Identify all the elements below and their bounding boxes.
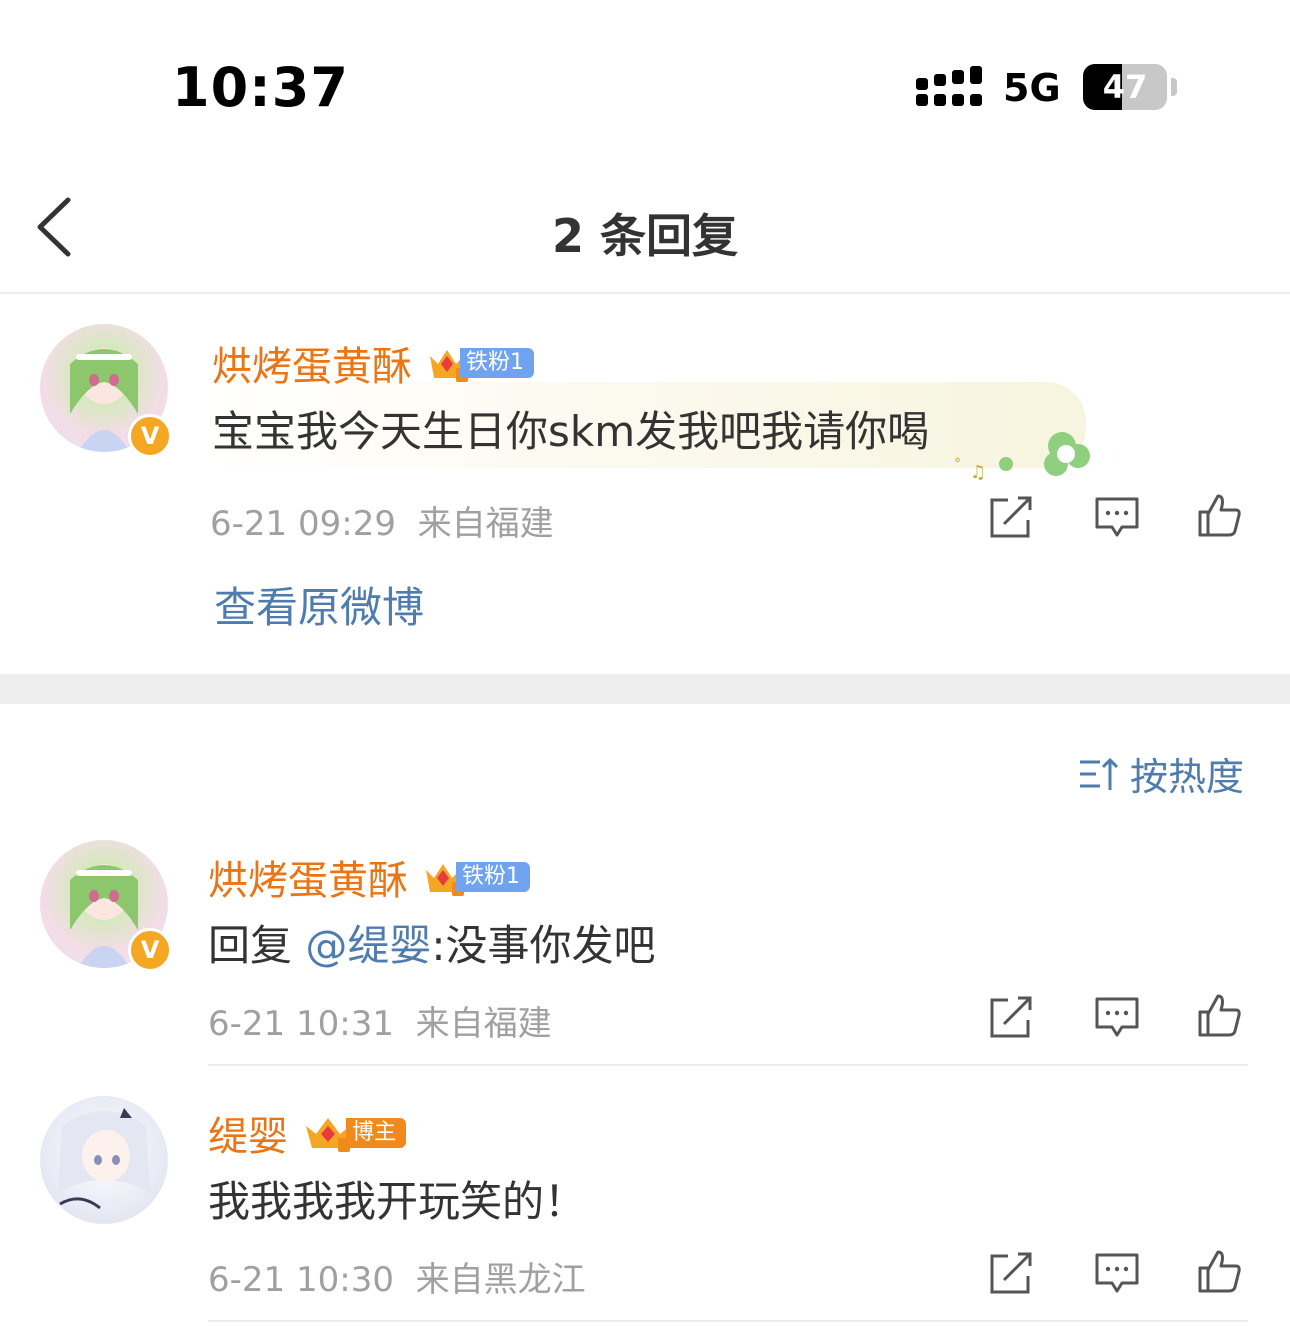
page-title: 2 条回复 xyxy=(551,209,739,263)
view-original-link[interactable]: 查看原微博 xyxy=(214,574,424,635)
sort-label: 按热度 xyxy=(1129,755,1244,799)
comment-meta: 6-21 09:29 来自福建 xyxy=(210,496,554,545)
username[interactable]: 缇婴 xyxy=(208,1104,288,1162)
reply-divider xyxy=(208,1064,1248,1066)
avatar[interactable] xyxy=(40,1096,168,1224)
reply-meta: 6-21 10:30 来自黑龙江 xyxy=(208,1252,586,1301)
comment-icon[interactable] xyxy=(1094,494,1140,540)
sort-icon xyxy=(1079,757,1118,790)
host-badge-label: 博主 xyxy=(346,1118,407,1148)
comment-time: 6-21 09:29 xyxy=(210,504,396,544)
like-icon[interactable] xyxy=(1196,492,1242,538)
fan-badge[interactable]: 铁粉1 xyxy=(426,346,534,382)
like-icon[interactable] xyxy=(1196,1248,1242,1294)
status-time: 10:37 xyxy=(172,56,349,119)
username[interactable]: 烘烤蛋黄酥 xyxy=(212,334,412,392)
section-gap xyxy=(0,674,1290,704)
battery-indicator: 47 xyxy=(1083,64,1167,110)
reply-location: 来自黑龙江 xyxy=(415,1260,586,1300)
reply-time: 6-21 10:31 xyxy=(208,1004,394,1044)
comment-icon[interactable] xyxy=(1094,994,1140,1040)
comment-header: 烘烤蛋黄酥 铁粉1 xyxy=(212,334,534,392)
comment-icon[interactable] xyxy=(1094,1250,1140,1296)
fan-badge-label: 铁粉1 xyxy=(460,348,534,378)
nav-divider xyxy=(0,292,1290,294)
reply-header: 烘烤蛋黄酥 铁粉1 xyxy=(208,848,530,906)
repost-icon[interactable] xyxy=(988,1250,1034,1296)
reply-prefix: 回复 xyxy=(208,921,306,970)
reply-time: 6-21 10:30 xyxy=(208,1260,394,1300)
reply-meta: 6-21 10:31 来自福建 xyxy=(208,996,552,1045)
fan-badge-label: 铁粉1 xyxy=(456,862,530,892)
reply-divider xyxy=(208,1320,1248,1322)
battery-level: 47 xyxy=(1102,68,1148,106)
verified-v-icon: V xyxy=(128,414,172,458)
comment-location: 来自福建 xyxy=(417,504,554,544)
host-badge[interactable]: 博主 xyxy=(302,1116,407,1152)
repost-icon[interactable] xyxy=(988,994,1034,1040)
reply-text: 回复 @缇婴:没事你发吧 xyxy=(208,912,656,973)
sort-toggle[interactable]: 按热度 xyxy=(1078,746,1244,801)
network-type: 5G xyxy=(1003,66,1061,110)
reply-content: :没事你发吧 xyxy=(431,921,656,970)
svg-text:♫: ♫ xyxy=(970,462,986,483)
repost-icon[interactable] xyxy=(988,494,1034,540)
username[interactable]: 烘烤蛋黄酥 xyxy=(208,848,408,906)
signal-icon xyxy=(916,66,982,106)
like-icon[interactable] xyxy=(1196,992,1242,1038)
reply-header: 缇婴 博主 xyxy=(208,1104,407,1162)
battery-cap xyxy=(1171,78,1177,96)
verified-v-icon: V xyxy=(128,928,172,972)
reply-text: 我我我我开玩笑的！ xyxy=(208,1177,587,1226)
clover-decoration-icon: ♫° xyxy=(954,432,1090,483)
mention-link[interactable]: @缇婴 xyxy=(305,921,431,970)
fan-badge[interactable]: 铁粉1 xyxy=(422,860,530,896)
avatar-art xyxy=(58,1108,150,1210)
reply-location: 来自福建 xyxy=(415,1004,552,1044)
svg-text:°: ° xyxy=(954,456,961,472)
comment-text: 宝宝我今天生日你skm发我吧我请你喝 xyxy=(212,407,930,456)
